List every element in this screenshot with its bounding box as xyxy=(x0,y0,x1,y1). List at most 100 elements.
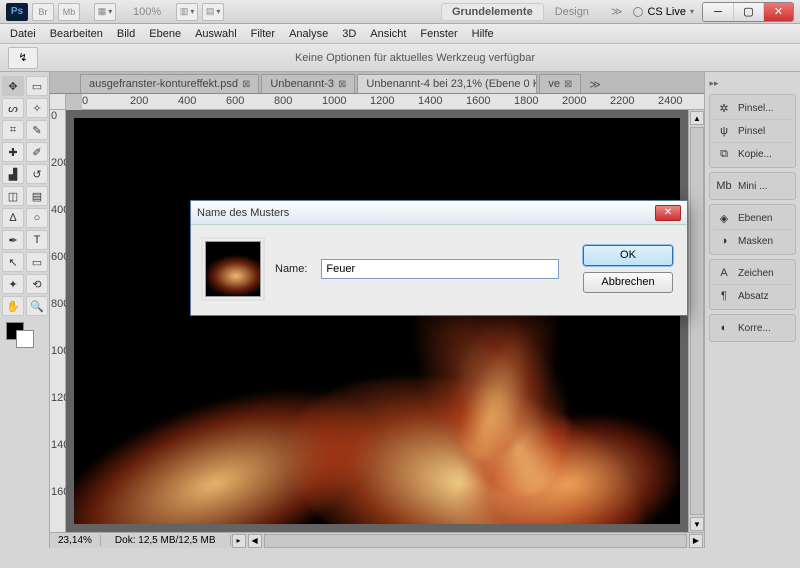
zoom-display[interactable]: 23,14% xyxy=(50,535,101,546)
healing-brush-tool[interactable]: ✚ xyxy=(2,142,24,162)
panel-pinsel[interactable]: ψ Pinsel xyxy=(712,119,793,142)
app-logo: Ps xyxy=(6,3,28,21)
dodge-tool[interactable]: ○ xyxy=(26,208,48,228)
move-tool[interactable]: ✥ xyxy=(2,76,24,96)
panel-masken[interactable]: ◑Masken xyxy=(712,229,793,252)
ruler-tick: 1000 xyxy=(322,95,346,107)
scroll-up-button[interactable]: ▲ xyxy=(690,111,704,125)
eyedropper-tool[interactable]: ✎ xyxy=(26,120,48,140)
ruler-tick: 200 xyxy=(130,95,148,107)
scroll-track[interactable] xyxy=(264,534,687,548)
screen-mode-dropdown[interactable]: ▦ xyxy=(94,3,116,21)
ok-button[interactable]: OK xyxy=(583,245,673,266)
path-select-tool[interactable]: ↖ xyxy=(2,252,24,272)
panel-zeichen[interactable]: AZeichen xyxy=(712,262,793,284)
panel-collapse-button[interactable]: ▸▸ xyxy=(709,78,719,89)
document-tab[interactable]: Unbenannt-4 bei 23,1% (Ebene 0 Kopie, RG… xyxy=(357,74,537,93)
menu-datei[interactable]: Datei xyxy=(10,28,36,40)
scroll-track[interactable] xyxy=(690,127,704,515)
panel-kopie[interactable]: ⧉Kopie... xyxy=(712,142,793,165)
panel-absatz[interactable]: ¶Absatz xyxy=(712,284,793,307)
menu-ansicht[interactable]: Ansicht xyxy=(370,28,406,40)
document-tab[interactable]: ausgefranster-kontureffekt.psd⊠ xyxy=(80,74,259,93)
menu-analyse[interactable]: Analyse xyxy=(289,28,328,40)
eraser-tool[interactable]: ◫ xyxy=(2,186,24,206)
tabs-overflow[interactable]: ≫ xyxy=(583,76,607,93)
gradient-tool[interactable]: ▤ xyxy=(26,186,48,206)
menu-bearbeiten[interactable]: Bearbeiten xyxy=(50,28,103,40)
zoom-tool[interactable]: 🔍 xyxy=(26,296,48,316)
minibridge-button[interactable]: Mb xyxy=(58,3,80,21)
maximize-button[interactable]: ▢ xyxy=(733,3,763,21)
3d-tool[interactable]: ✦ xyxy=(2,274,24,294)
stamp-tool[interactable]: ▟ xyxy=(2,164,24,184)
shape-tool[interactable]: ▭ xyxy=(26,252,48,272)
doc-size-display[interactable]: Dok: 12,5 MB/12,5 MB xyxy=(101,535,231,546)
crop-tool[interactable]: ⌗ xyxy=(2,120,24,140)
tab-close-icon[interactable]: ⊠ xyxy=(564,79,572,90)
document-tab[interactable]: Unbenannt-3 ⊠ xyxy=(261,74,355,93)
current-tool-indicator[interactable]: ↯ xyxy=(8,47,38,69)
workspace-essentials[interactable]: Grundelemente xyxy=(441,3,544,21)
pattern-name-input[interactable] xyxy=(321,259,559,279)
blur-tool[interactable]: ∆ xyxy=(2,208,24,228)
menu-filter[interactable]: Filter xyxy=(251,28,275,40)
menu-3d[interactable]: 3D xyxy=(342,28,356,40)
ruler-tick: 1800 xyxy=(514,95,538,107)
panel-mini[interactable]: MbMini ... xyxy=(712,175,793,197)
doc-info-arrow[interactable]: ▸ xyxy=(232,534,246,548)
dialog-close-button[interactable]: ✕ xyxy=(655,205,681,221)
menu-ebene[interactable]: Ebene xyxy=(149,28,181,40)
scroll-left-button[interactable]: ◀ xyxy=(248,534,262,548)
workspace-design[interactable]: Design xyxy=(544,3,600,21)
hand-tool[interactable]: ✋ xyxy=(2,296,24,316)
zoom-level[interactable]: 100% xyxy=(122,3,172,21)
tab-close-icon[interactable]: ⊠ xyxy=(242,79,250,90)
type-tool[interactable]: T xyxy=(26,230,48,250)
panel-korre[interactable]: ◐Korre... xyxy=(712,317,793,339)
tab-label: Unbenannt-3 xyxy=(270,78,334,90)
menu-auswahl[interactable]: Auswahl xyxy=(195,28,237,40)
bridge-button[interactable]: Br xyxy=(32,3,54,21)
panel-label: Kopie... xyxy=(738,149,772,160)
arrange-docs-dropdown[interactable]: ▤ xyxy=(202,3,224,21)
scrollbar-vertical[interactable]: ▲ ▼ xyxy=(688,110,704,532)
panel-pinsel[interactable]: ✲Pinsel... xyxy=(712,97,793,119)
ruler-vertical[interactable]: 02004006008001000120014001600 xyxy=(50,110,66,532)
background-swatch[interactable] xyxy=(16,330,34,348)
panel-ebenen[interactable]: ◈Ebenen xyxy=(712,207,793,229)
menu-hilfe[interactable]: Hilfe xyxy=(472,28,494,40)
3d-camera-tool[interactable]: ⟲ xyxy=(26,274,48,294)
cancel-button[interactable]: Abbrechen xyxy=(583,272,673,293)
ruler-origin[interactable] xyxy=(50,94,66,110)
marquee-tool[interactable]: ▭ xyxy=(26,76,48,96)
tab-close-icon[interactable]: ⊠ xyxy=(338,79,346,90)
workspace-more[interactable]: ≫ xyxy=(600,2,634,21)
color-swatches[interactable] xyxy=(2,322,47,352)
menubar: Datei Bearbeiten Bild Ebene Auswahl Filter Ana… xyxy=(0,24,800,44)
cslive-button[interactable]: CS Live ▾ xyxy=(633,6,694,18)
ruler-horizontal[interactable]: 0200400600800100012001400160018002000220… xyxy=(82,94,704,110)
scroll-right-button[interactable]: ▶ xyxy=(689,534,703,548)
scroll-down-button[interactable]: ▼ xyxy=(690,517,704,531)
lasso-tool[interactable]: ᔕ xyxy=(2,98,24,118)
close-button[interactable]: ✕ xyxy=(763,3,793,21)
pen-tool[interactable]: ✒ xyxy=(2,230,24,250)
panel-label: Zeichen xyxy=(738,268,774,279)
canvas-viewport[interactable] xyxy=(66,110,688,532)
document-image[interactable] xyxy=(74,118,680,524)
brush-icon: ψ xyxy=(716,123,732,139)
history-brush-tool[interactable]: ↺ xyxy=(26,164,48,184)
brush-tool[interactable]: ✐ xyxy=(26,142,48,162)
menu-bild[interactable]: Bild xyxy=(117,28,135,40)
name-label: Name: xyxy=(275,263,307,275)
paragraph-icon: ¶ xyxy=(716,288,732,304)
view-extras-dropdown[interactable]: ▥ xyxy=(176,3,198,21)
dialog-titlebar[interactable]: Name des Musters ✕ xyxy=(191,201,687,225)
magic-wand-tool[interactable]: ✧ xyxy=(26,98,48,118)
menu-fenster[interactable]: Fenster xyxy=(420,28,457,40)
tab-label: ve xyxy=(548,78,560,90)
panel-label: Pinsel xyxy=(738,126,765,137)
document-tab[interactable]: ve ⊠ xyxy=(539,74,581,93)
minimize-button[interactable]: ─ xyxy=(703,3,733,21)
